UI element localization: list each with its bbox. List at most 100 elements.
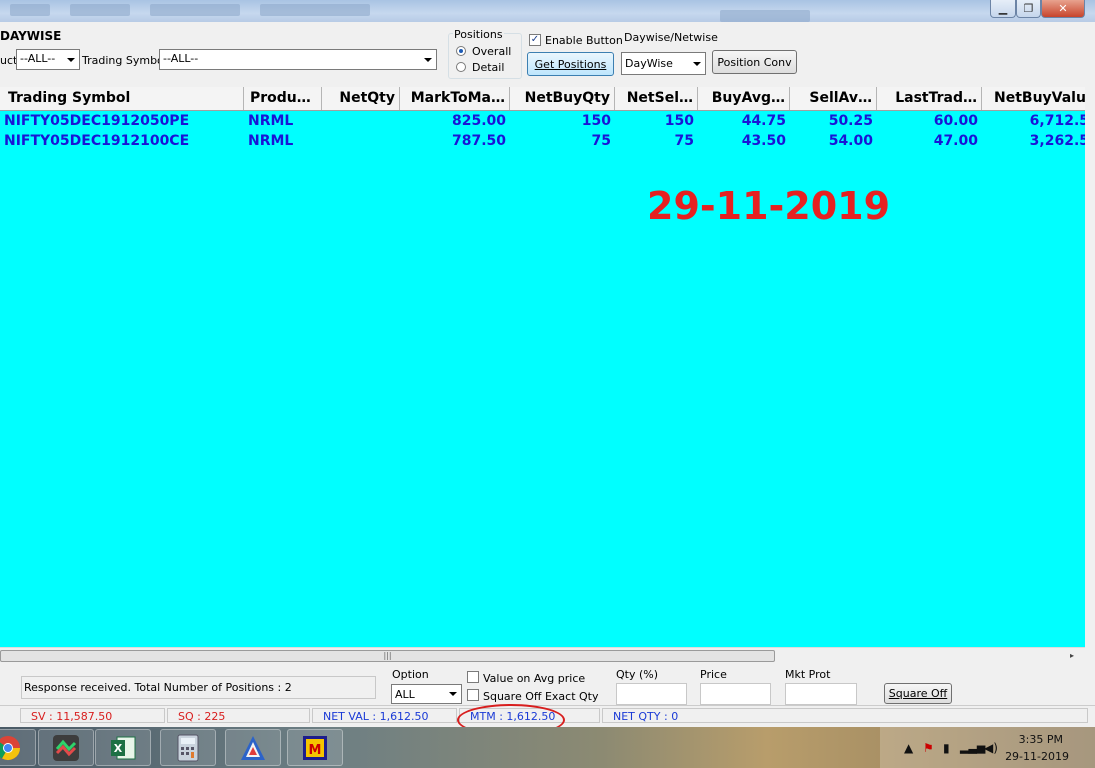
get-positions-button[interactable]: Get Positions <box>527 52 614 76</box>
grip-icon: ||| <box>383 651 392 660</box>
cell-sellavg: 54.00 <box>828 133 873 149</box>
value-on-avg-label: Value on Avg price <box>483 672 586 685</box>
taskbar: X M ▲ ⚑ ▮ ▂▃▅ ◀) 3:35 PM 29-11-2019 <box>0 727 1095 768</box>
svg-text:M: M <box>309 743 322 758</box>
option-label: Option <box>392 668 429 681</box>
positions-grid: Trading Symbol Produ… NetQty MarkToMa… N… <box>0 87 1085 647</box>
enable-button-checkbox[interactable]: ✓ <box>529 34 541 46</box>
cell-sellavg: 50.25 <box>828 113 873 129</box>
position-conv-button[interactable]: Position Conv <box>712 50 797 74</box>
get-positions-label: Get Positions <box>534 57 607 71</box>
close-icon: ✕ <box>1058 2 1068 15</box>
scrollbar-thumb[interactable]: ||| <box>0 650 775 662</box>
chrome-icon[interactable] <box>0 729 36 766</box>
calculator-icon[interactable] <box>160 729 216 766</box>
trading-terminal-icon[interactable] <box>38 729 94 766</box>
close-button[interactable]: ✕ <box>1041 0 1085 18</box>
table-row[interactable]: NIFTY05DEC1912050PE NRML 825.00 150 150 … <box>0 111 1085 131</box>
minimize-button[interactable]: ▁ <box>990 0 1016 18</box>
cell-netqty <box>322 131 400 151</box>
odin-icon[interactable]: M <box>287 729 343 766</box>
window-title-bar: ▁ ❐ ✕ <box>0 0 1095 22</box>
product-select[interactable]: --ALL-- <box>16 49 80 70</box>
radio-detail[interactable] <box>456 62 466 72</box>
qty-label: Qty (%) <box>616 668 659 681</box>
square-off-label: Square Off <box>888 687 948 700</box>
daywise-netwise-value: DayWise <box>625 57 673 70</box>
daywise-netwise-select[interactable]: DayWise <box>621 52 706 75</box>
excel-icon[interactable]: X <box>95 729 151 766</box>
column-header[interactable]: NetBuyQty <box>510 87 615 110</box>
column-header[interactable]: NetBuyValu <box>982 87 1085 110</box>
power-icon[interactable]: ▮ <box>943 741 950 755</box>
qty-input[interactable] <box>616 683 687 705</box>
horizontal-scrollbar[interactable]: ||| ▸ <box>0 647 1085 665</box>
cell-trading-symbol: NIFTY05DEC1912100CE <box>4 133 190 149</box>
column-header[interactable]: Trading Symbol <box>0 87 244 110</box>
cell-netbuyvalue: 3,262.5 <box>1029 133 1085 149</box>
column-header[interactable]: LastTrad… <box>877 87 982 110</box>
column-header[interactable]: SellAv… <box>790 87 877 110</box>
vertical-scrollbar[interactable] <box>1085 87 1095 647</box>
cell-netbuyqty: 75 <box>591 133 611 149</box>
position-conv-label: Position Conv <box>717 55 792 69</box>
cell-mtm: 787.50 <box>451 133 506 149</box>
view-title: DAYWISE <box>0 29 62 43</box>
chevron-down-icon <box>693 62 701 66</box>
clock-time[interactable]: 3:35 PM <box>1019 733 1063 746</box>
product-select-value: --ALL-- <box>20 52 56 65</box>
table-row[interactable]: NIFTY05DEC1912100CE NRML 787.50 75 75 43… <box>0 131 1085 151</box>
annotation-date: 29-11-2019 <box>647 184 891 228</box>
amibroker-icon[interactable] <box>225 729 281 766</box>
price-input[interactable] <box>700 683 771 705</box>
cell-buyavg: 44.75 <box>741 113 786 129</box>
clock-date[interactable]: 29-11-2019 <box>1005 750 1069 763</box>
value-on-avg-checkbox[interactable] <box>467 671 479 683</box>
system-tray: ▲ ⚑ ▮ ▂▃▅ ◀) 3:35 PM 29-11-2019 <box>880 727 1095 768</box>
maximize-button[interactable]: ❐ <box>1016 0 1041 18</box>
square-off-exact-checkbox[interactable] <box>467 689 479 701</box>
column-header[interactable]: Produ… <box>244 87 322 110</box>
sv-value: SV : 11,587.50 <box>20 708 165 723</box>
cell-buyavg: 43.50 <box>741 133 786 149</box>
cell-product: NRML <box>248 113 294 129</box>
price-label: Price <box>700 668 727 681</box>
column-header[interactable]: NetQty <box>322 87 400 110</box>
cell-netsellqty: 150 <box>664 113 694 129</box>
network-signal-icon[interactable]: ▂▃▅ <box>960 741 985 754</box>
mkt-prot-label: Mkt Prot <box>785 668 831 681</box>
column-header[interactable]: BuyAvg… <box>698 87 790 110</box>
option-select[interactable]: ALL <box>391 684 462 704</box>
chevron-down-icon <box>67 58 75 62</box>
enable-button-label: Enable Button <box>545 34 623 47</box>
trading-symbol-select[interactable]: --ALL-- <box>159 49 437 70</box>
svg-text:X: X <box>114 742 123 755</box>
trading-symbol-select-value: --ALL-- <box>163 52 199 65</box>
minimize-icon: ▁ <box>998 2 1008 15</box>
action-center-flag-icon[interactable]: ⚑ <box>923 741 934 755</box>
volume-icon[interactable]: ◀) <box>984 741 998 755</box>
scroll-right-icon[interactable]: ▸ <box>1070 651 1074 660</box>
column-header[interactable]: MarkToMa… <box>400 87 510 110</box>
chevron-down-icon <box>424 58 432 62</box>
response-message: Response received. Total Number of Posit… <box>21 676 376 699</box>
radio-detail-label: Detail <box>472 61 505 74</box>
square-off-exact-label: Square Off Exact Qty <box>483 690 599 703</box>
radio-overall[interactable] <box>456 46 466 56</box>
net-qty-value: NET QTY : 0 <box>602 708 1088 723</box>
cell-trading-symbol: NIFTY05DEC1912050PE <box>4 113 190 129</box>
column-header[interactable]: NetSel… <box>615 87 698 110</box>
cell-netsellqty: 75 <box>674 133 694 149</box>
cell-product: NRML <box>248 133 294 149</box>
cell-netbuyvalue: 6,712.5 <box>1029 113 1085 129</box>
grid-header: Trading Symbol Produ… NetQty MarkToMa… N… <box>0 87 1085 111</box>
mkt-prot-input[interactable] <box>785 683 857 705</box>
maximize-icon: ❐ <box>1023 2 1034 15</box>
chevron-down-icon <box>449 692 457 696</box>
radio-overall-label: Overall <box>472 45 512 58</box>
square-off-button[interactable]: Square Off <box>884 683 952 704</box>
net-val-value: NET VAL : 1,612.50 <box>312 708 457 723</box>
tray-expand-icon[interactable]: ▲ <box>904 741 913 755</box>
daywise-netwise-label: Daywise/Netwise <box>624 31 718 44</box>
cell-lasttraded: 60.00 <box>933 113 978 129</box>
